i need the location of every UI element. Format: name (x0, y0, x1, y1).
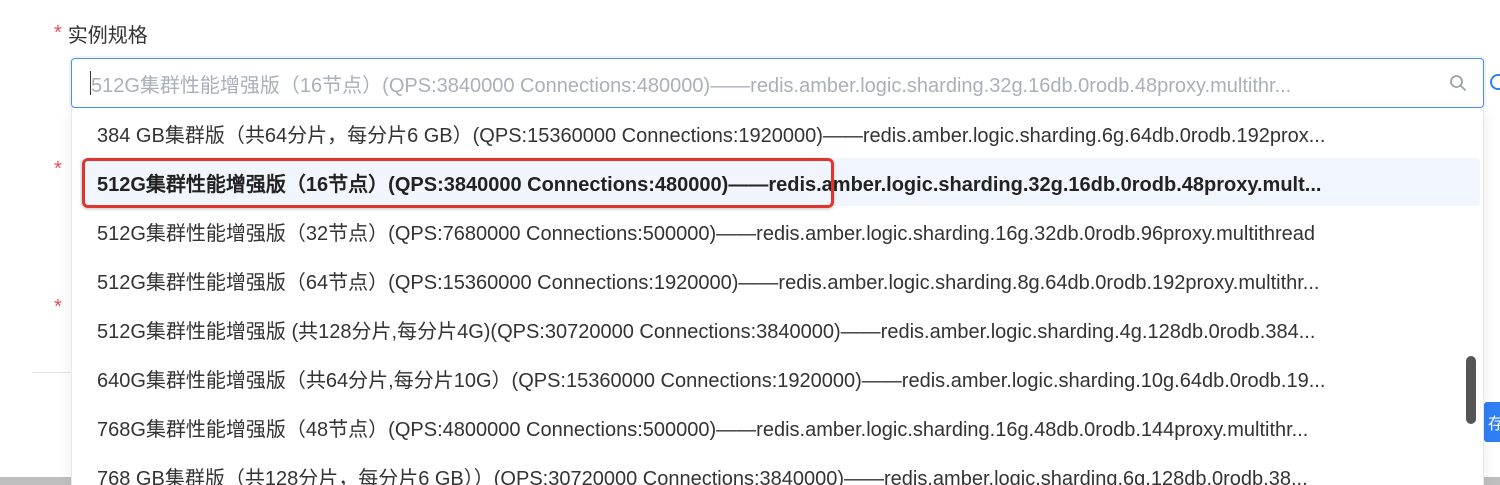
dropdown-scrollbar[interactable] (1466, 356, 1476, 424)
section-divider (32, 372, 72, 373)
search-icon[interactable] (1449, 74, 1467, 92)
side-control-partial[interactable] (1490, 74, 1500, 90)
instance-spec-dropdown: 384 GB集群版（共64分片，每分片6 GB）(QPS:15360000 Co… (71, 108, 1484, 485)
required-asterisk-hidden: * (54, 158, 62, 180)
dropdown-option-selected[interactable]: 512G集群性能增强版（16节点）(QPS:3840000 Connection… (80, 158, 1480, 206)
dropdown-option[interactable]: 384 GB集群版（共64分片，每分片6 GB）(QPS:15360000 Co… (80, 109, 1480, 157)
dropdown-option[interactable]: 512G集群性能增强版 (共128分片,每分片4G)(QPS:30720000 … (80, 305, 1480, 353)
dropdown-option[interactable]: 512G集群性能增强版（32节点）(QPS:7680000 Connection… (80, 207, 1480, 255)
dropdown-option[interactable]: 512G集群性能增强版（64节点）(QPS:15360000 Connectio… (80, 256, 1480, 304)
instance-spec-label-text: 实例规格 (67, 24, 148, 47)
primary-button-partial[interactable]: 存 (1484, 402, 1500, 442)
dropdown-option[interactable]: 768 GB集群版（共128分片，每分片6 GB））(QPS:30720000 … (80, 452, 1480, 485)
select-placeholder: 512G集群性能增强版（16节点）(QPS:3840000 Connection… (91, 74, 1292, 97)
instance-spec-select[interactable]: 512G集群性能增强版（16节点）(QPS:3840000 Connection… (71, 58, 1484, 108)
dropdown-option[interactable]: 768G集群性能增强版（48节点）(QPS:4800000 Connection… (80, 403, 1480, 451)
instance-spec-label: * 实例规格 (54, 20, 148, 47)
dropdown-option[interactable]: 640G集群性能增强版（共64分片,每分片10G）(QPS:15360000 C… (80, 354, 1480, 402)
required-asterisk: * (54, 21, 62, 44)
required-asterisk-hidden: * (54, 296, 62, 318)
